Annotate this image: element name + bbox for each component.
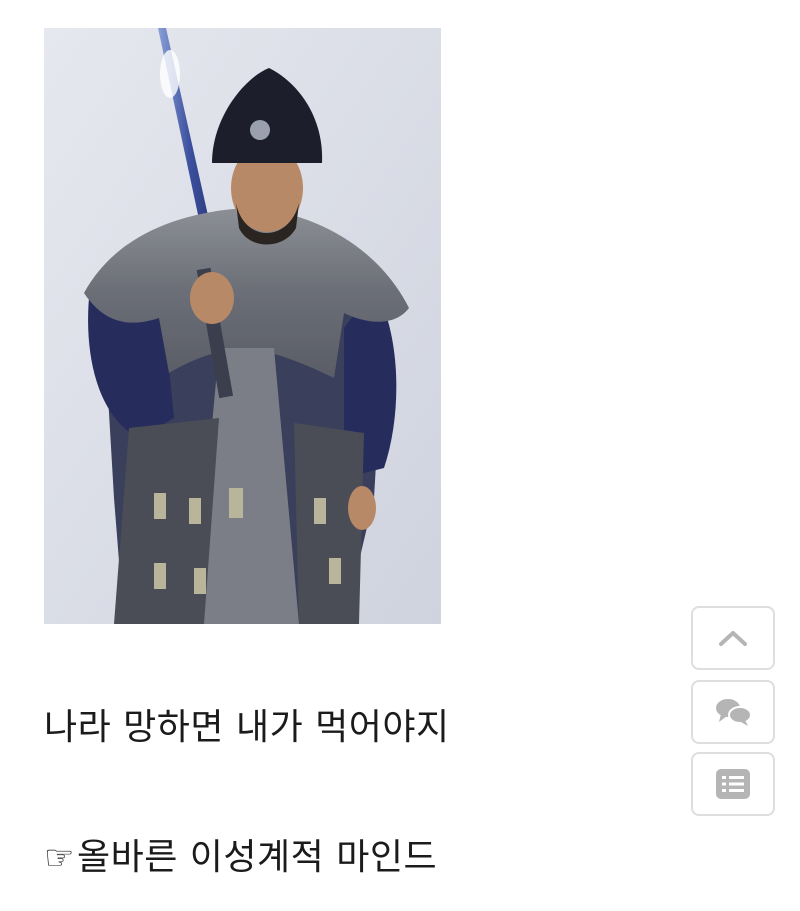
caption-line-2: ☞올바른 이성계적 마인드 <box>44 836 437 880</box>
scroll-to-top-button[interactable] <box>691 606 775 670</box>
caption-line-2-text: 올바른 이성계적 마인드 <box>76 837 438 878</box>
warrior-portrait <box>44 28 441 624</box>
pointing-hand-icon: ☞ <box>44 838 75 878</box>
list-icon <box>716 769 750 799</box>
caption-line-1: 나라 망하면 내가 먹어야지 <box>44 707 450 748</box>
post-image <box>44 28 441 624</box>
list-button[interactable] <box>691 752 775 816</box>
chevron-up-icon <box>719 631 747 646</box>
comments-button[interactable] <box>691 680 775 744</box>
chat-bubbles-icon <box>716 699 752 726</box>
